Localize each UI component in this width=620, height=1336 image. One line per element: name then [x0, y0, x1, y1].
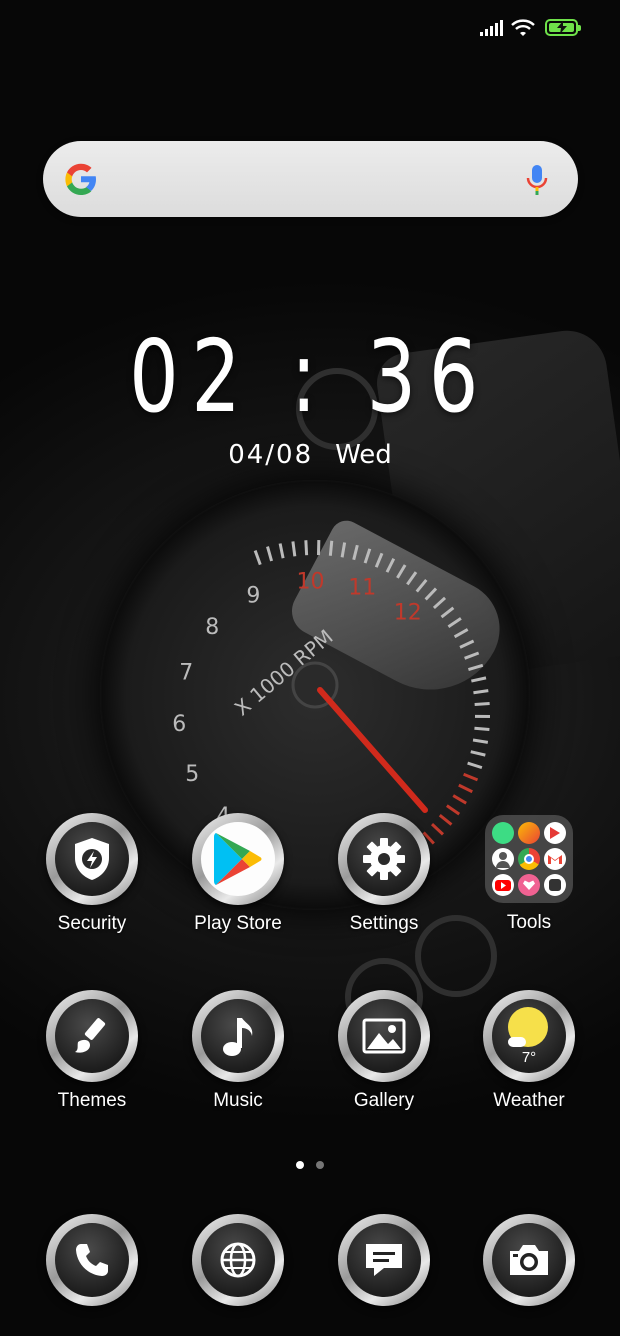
voice-search-mic-icon[interactable]	[526, 163, 548, 197]
gauge-number: 6	[172, 712, 186, 737]
date-value: 04/08	[228, 440, 314, 470]
app-label: Settings	[349, 913, 419, 934]
app-label: Play Store	[194, 913, 282, 934]
mini-contacts-icon	[492, 848, 514, 870]
google-search-bar[interactable]	[43, 141, 578, 217]
paintbrush-icon	[75, 1018, 106, 1053]
app-music[interactable]: Music	[168, 990, 308, 1112]
app-label: Weather	[493, 1090, 565, 1111]
dock-messages[interactable]	[314, 1214, 454, 1306]
clock-date[interactable]: 04/08 Wed	[0, 440, 620, 470]
page-dot-active[interactable]	[296, 1161, 304, 1169]
status-bar	[0, 0, 620, 56]
dock-camera[interactable]	[459, 1214, 599, 1306]
app-settings[interactable]: Settings	[314, 813, 454, 935]
gear-icon	[363, 838, 405, 880]
page-indicator	[0, 1161, 620, 1169]
gauge-number: 7	[179, 660, 193, 685]
app-themes[interactable]: Themes	[22, 990, 162, 1112]
gauge-number: 11	[348, 575, 376, 600]
cellular-signal-icon	[480, 20, 503, 36]
clock-time[interactable]: 02 : 36	[68, 318, 552, 435]
weekday-value: Wed	[335, 440, 392, 470]
google-logo-icon	[65, 163, 96, 195]
camera-icon	[510, 1245, 548, 1275]
cloud-icon	[508, 1037, 526, 1047]
app-weather[interactable]: 7° Weather	[459, 990, 599, 1112]
mini-youtube-icon	[492, 874, 514, 896]
mini-chrome-icon	[518, 848, 540, 870]
app-label: Themes	[57, 1090, 127, 1111]
browser-icon	[220, 1242, 256, 1278]
weather-temperature: 7°	[521, 1049, 537, 1066]
mini-health-icon	[518, 874, 540, 896]
app-gallery[interactable]: Gallery	[314, 990, 454, 1112]
app-label: Tools	[506, 912, 552, 933]
gauge-number: 12	[394, 601, 422, 626]
app-label: Security	[57, 913, 127, 934]
gallery-picture-icon	[362, 1018, 406, 1054]
wifi-icon	[511, 19, 535, 36]
dock-browser[interactable]	[168, 1214, 308, 1306]
shield-bolt-icon	[75, 838, 109, 880]
app-play-store[interactable]: Play Store	[168, 813, 308, 935]
mini-app-icon	[544, 874, 566, 896]
app-label: Gallery	[353, 1090, 415, 1111]
phone-icon	[76, 1244, 108, 1276]
app-security[interactable]: Security	[22, 813, 162, 935]
mini-gmail-icon	[544, 848, 566, 870]
messages-icon	[366, 1244, 402, 1276]
battery-icon	[545, 19, 581, 36]
play-store-icon	[214, 833, 262, 885]
gauge-number: 10	[297, 569, 325, 594]
folder-tools[interactable]: Tools	[459, 813, 599, 934]
gauge-number: 9	[246, 583, 260, 608]
gauge-number: 5	[185, 762, 199, 787]
app-label: Music	[213, 1090, 263, 1111]
gauge-needle	[317, 687, 428, 813]
tools-folder-preview	[485, 815, 573, 903]
dock-phone[interactable]	[22, 1214, 162, 1306]
mini-app-icon	[492, 822, 514, 844]
page-dot[interactable]	[316, 1161, 324, 1169]
gauge-number: 8	[205, 615, 219, 640]
music-note-icon	[223, 1018, 253, 1056]
mini-app-icon	[544, 822, 566, 844]
mini-app-icon	[518, 822, 540, 844]
